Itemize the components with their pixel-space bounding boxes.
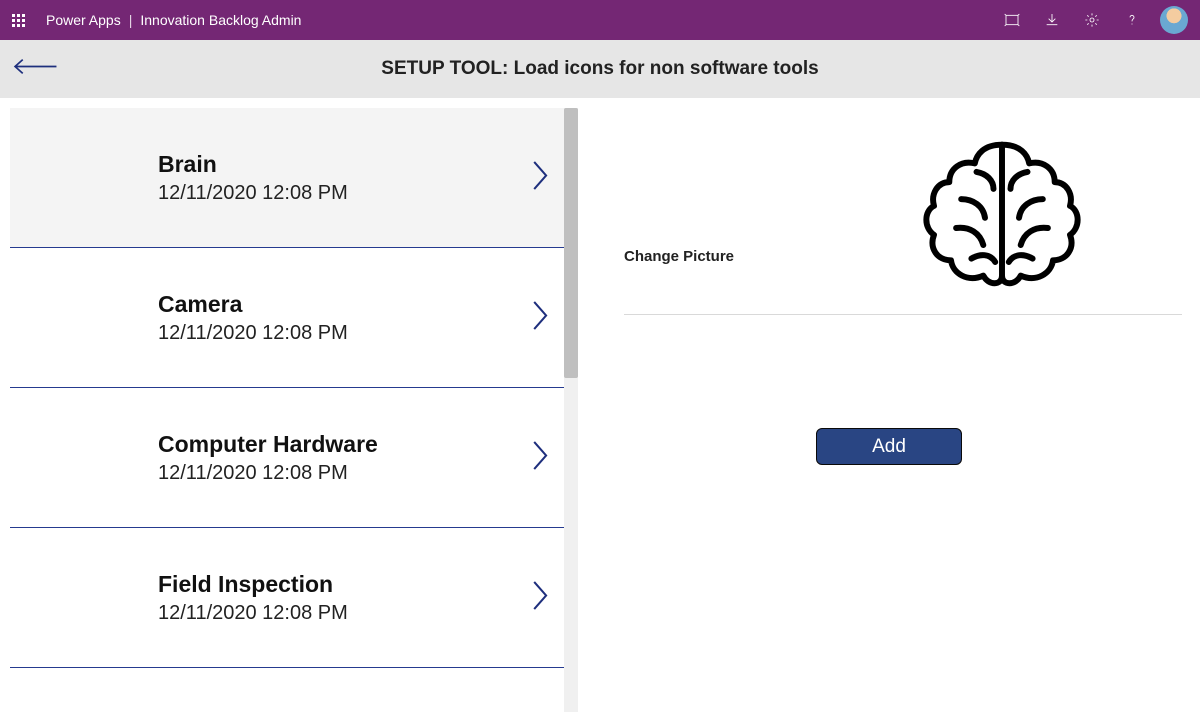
scrollbar-thumb[interactable] — [564, 108, 578, 378]
list-item-date: 12/11/2020 12:08 PM — [158, 602, 348, 625]
chevron-right-icon — [530, 578, 552, 617]
list-item-title: Camera — [158, 291, 348, 318]
subheader: SETUP TOOL: Load icons for non software … — [0, 40, 1200, 98]
title-separator: | — [129, 12, 133, 28]
back-button[interactable] — [12, 56, 58, 83]
list-item[interactable]: Camera 12/11/2020 12:08 PM — [10, 248, 568, 388]
chevron-right-icon — [530, 438, 552, 477]
chevron-right-icon — [530, 298, 552, 337]
chevron-right-icon — [530, 158, 552, 197]
selected-icon-preview — [902, 116, 1102, 306]
list-item-date: 12/11/2020 12:08 PM — [158, 182, 348, 205]
brain-icon — [917, 126, 1087, 296]
detail-pane: Change Picture Add — [578, 98, 1200, 712]
list-item-date: 12/11/2020 12:08 PM — [158, 322, 348, 345]
command-bar: Power Apps | Innovation Backlog Admin — [0, 0, 1200, 40]
add-button[interactable]: Add — [816, 428, 962, 465]
user-avatar[interactable] — [1160, 6, 1188, 34]
list-item[interactable]: Field Inspection 12/11/2020 12:08 PM — [10, 528, 568, 668]
list-item[interactable]: Brain 12/11/2020 12:08 PM — [10, 108, 568, 248]
list-item-title: Brain — [158, 151, 348, 178]
product-name: Power Apps — [46, 12, 121, 28]
list-scrollbar[interactable] — [564, 108, 578, 712]
list-item[interactable]: Computer Hardware 12/11/2020 12:08 PM — [10, 388, 568, 528]
list-item-title: Computer Hardware — [158, 431, 378, 458]
download-icon[interactable] — [1032, 0, 1072, 40]
list-item-title: Field Inspection — [158, 571, 348, 598]
fit-to-window-icon[interactable] — [992, 0, 1032, 40]
app-launcher-icon[interactable] — [12, 14, 28, 27]
detail-divider — [624, 314, 1182, 315]
settings-icon[interactable] — [1072, 0, 1112, 40]
app-name: Innovation Backlog Admin — [140, 12, 301, 28]
page-title: SETUP TOOL: Load icons for non software … — [0, 58, 1200, 80]
help-icon[interactable] — [1112, 0, 1152, 40]
list-item-date: 12/11/2020 12:08 PM — [158, 462, 378, 485]
content-area: Brain 12/11/2020 12:08 PM Camera 12/11/2020… — [0, 98, 1200, 712]
list-pane: Brain 12/11/2020 12:08 PM Camera 12/11/2020… — [0, 98, 578, 712]
change-picture-button[interactable]: Change Picture — [624, 248, 734, 265]
